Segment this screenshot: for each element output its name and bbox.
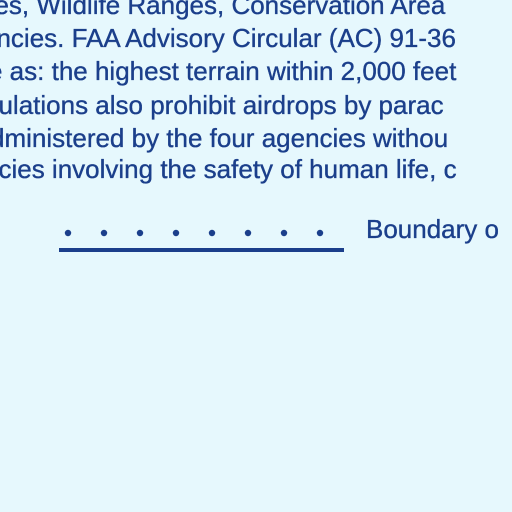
boundary-dot bbox=[208, 229, 216, 237]
boundary-dots bbox=[64, 229, 324, 237]
dotted-boundary-icon bbox=[59, 229, 344, 252]
boundary-dot bbox=[100, 229, 108, 237]
text-line-1: ges, Wildlife Ranges, Conservation Area bbox=[0, 0, 446, 20]
text-line-2: encies. FAA Advisory Circular (AC) 91-36 bbox=[0, 23, 456, 53]
boundary-dot bbox=[244, 229, 252, 237]
boundary-dot bbox=[64, 229, 72, 237]
text-line-6: ncies involving the safety of human life… bbox=[0, 154, 457, 184]
boundary-dot bbox=[136, 229, 144, 237]
boundary-line bbox=[59, 248, 344, 252]
boundary-dot bbox=[316, 229, 324, 237]
explanatory-text-block: ges, Wildlife Ranges, Conservation Area … bbox=[0, 0, 512, 190]
boundary-legend-symbol bbox=[56, 220, 346, 256]
map-document-page: ges, Wildlife Ranges, Conservation Area … bbox=[0, 0, 512, 512]
text-line-4: gulations also prohibit airdrops by para… bbox=[0, 90, 444, 120]
text-line-5: dministered by the four agencies withou bbox=[0, 123, 449, 153]
text-line-3: e as: the highest terrain within 2,000 f… bbox=[0, 56, 457, 86]
boundary-dot bbox=[172, 229, 180, 237]
boundary-legend-label: Boundary o bbox=[366, 214, 499, 244]
boundary-dot bbox=[280, 229, 288, 237]
